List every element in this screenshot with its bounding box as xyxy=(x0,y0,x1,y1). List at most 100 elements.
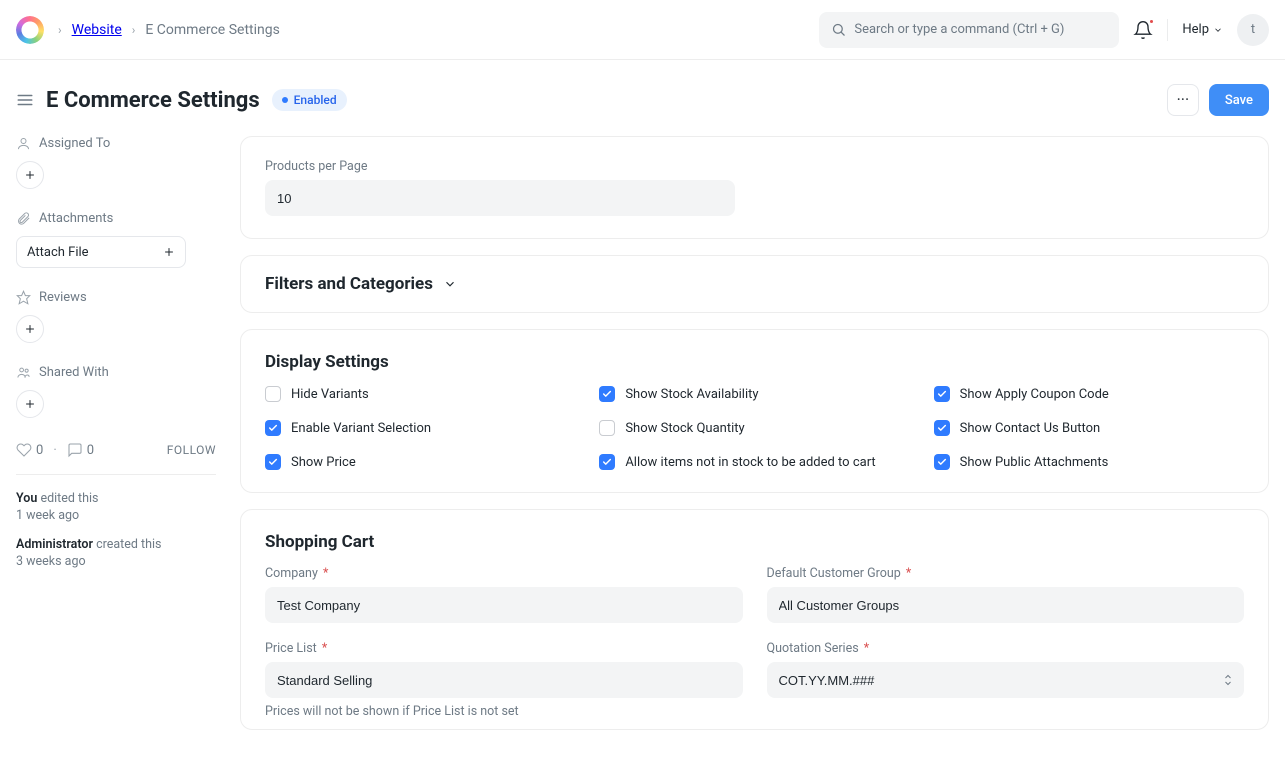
ellipsis-icon: ··· xyxy=(1177,92,1190,108)
search-placeholder: Search or type a command (Ctrl + G) xyxy=(854,22,1064,37)
products-per-page-card: Products per Page xyxy=(240,136,1269,239)
notification-dot-icon xyxy=(1148,18,1155,25)
checkbox-option[interactable]: Allow items not in stock to be added to … xyxy=(599,454,909,470)
attachments-label: Attachments xyxy=(16,211,216,226)
reviews-add-button[interactable] xyxy=(16,315,44,343)
checkbox-option[interactable]: Show Stock Availability xyxy=(599,386,909,402)
checkbox-checked-icon xyxy=(934,454,950,470)
checkbox-unchecked-icon xyxy=(265,386,281,402)
checkbox-label: Show Public Attachments xyxy=(960,455,1109,470)
follow-button[interactable]: FOLLOW xyxy=(167,443,216,457)
checkbox-label: Show Contact Us Button xyxy=(960,421,1101,436)
checkbox-label: Show Stock Availability xyxy=(625,387,758,402)
price-list-help: Prices will not be shown if Price List i… xyxy=(265,704,743,719)
breadcrumb-item-website[interactable]: Website xyxy=(72,22,122,38)
context-sidebar: Assigned To Attachments Attach File Revi… xyxy=(16,136,216,583)
checkbox-label: Hide Variants xyxy=(291,387,369,402)
checkbox-checked-icon xyxy=(265,454,281,470)
heart-icon xyxy=(16,442,32,458)
shopping-cart-card: Shopping Cart Company * Default Customer… xyxy=(240,509,1269,730)
share-add-button[interactable] xyxy=(16,390,44,418)
attach-file-label: Attach File xyxy=(27,245,89,260)
chevron-right-icon: › xyxy=(58,23,62,37)
plus-icon xyxy=(24,323,36,335)
reviews-label: Reviews xyxy=(16,290,216,305)
checkbox-label: Show Stock Quantity xyxy=(625,421,744,436)
company-label: Company * xyxy=(265,566,743,581)
comment-icon xyxy=(67,442,83,458)
checkbox-option[interactable]: Show Price xyxy=(265,454,575,470)
shared-with-label: Shared With xyxy=(16,365,216,380)
assign-add-button[interactable] xyxy=(16,161,44,189)
checkbox-option[interactable]: Show Apply Coupon Code xyxy=(934,386,1244,402)
company-input[interactable] xyxy=(265,587,743,623)
help-menu[interactable]: Help xyxy=(1182,22,1223,37)
plus-icon xyxy=(163,246,175,258)
user-icon xyxy=(16,136,31,151)
paperclip-icon xyxy=(16,211,31,226)
separator-dot: · xyxy=(53,443,56,458)
quotation-series-select[interactable] xyxy=(767,662,1245,698)
breadcrumb: › Website › E Commerce Settings xyxy=(58,22,280,38)
quotation-series-label: Quotation Series * xyxy=(767,641,1245,656)
status-badge: Enabled xyxy=(272,89,347,111)
hamburger-icon xyxy=(16,91,34,109)
save-button[interactable]: Save xyxy=(1209,84,1269,116)
comments-button[interactable]: 0 xyxy=(67,442,94,458)
notifications-button[interactable] xyxy=(1133,20,1153,40)
checkbox-option[interactable]: Show Public Attachments xyxy=(934,454,1244,470)
display-settings-title: Display Settings xyxy=(265,352,1244,372)
star-icon xyxy=(16,290,31,305)
more-actions-button[interactable]: ··· xyxy=(1167,84,1199,116)
chevron-down-icon xyxy=(443,277,457,291)
status-dot-icon xyxy=(282,97,288,103)
checkbox-checked-icon xyxy=(934,386,950,402)
price-list-input[interactable] xyxy=(265,662,743,698)
filters-section-title: Filters and Categories xyxy=(265,274,433,294)
display-settings-checks: Hide Variants Show Stock Availability Show… xyxy=(265,386,1244,470)
products-per-page-label: Products per Page xyxy=(265,159,735,174)
plus-icon xyxy=(24,169,36,181)
checkbox-option[interactable]: Enable Variant Selection xyxy=(265,420,575,436)
customer-group-label: Default Customer Group * xyxy=(767,566,1245,581)
checkbox-checked-icon xyxy=(265,420,281,436)
checkbox-label: Enable Variant Selection xyxy=(291,421,431,436)
chevron-right-icon: › xyxy=(132,23,136,37)
search-icon xyxy=(831,22,846,37)
page-header: E Commerce Settings Enabled ··· Save xyxy=(0,60,1285,126)
activity-entry: You edited this xyxy=(16,491,216,506)
attach-file-button[interactable]: Attach File xyxy=(16,236,186,268)
display-settings-card: Display Settings Hide Variants Show Stock… xyxy=(240,329,1269,493)
checkbox-unchecked-icon xyxy=(599,420,615,436)
global-search[interactable]: Search or type a command (Ctrl + G) xyxy=(819,12,1119,48)
status-text: Enabled xyxy=(294,93,337,107)
breadcrumb-item-current: E Commerce Settings xyxy=(145,22,279,38)
plus-icon xyxy=(24,398,36,410)
engagement-stats: 0 · 0 FOLLOW xyxy=(16,442,216,458)
main-content: Products per Page Filters and Categories… xyxy=(240,136,1269,746)
avatar-initial: t xyxy=(1251,22,1255,37)
shopping-cart-title: Shopping Cart xyxy=(265,532,1244,552)
likes-button[interactable]: 0 xyxy=(16,442,43,458)
page-title: E Commerce Settings xyxy=(46,88,260,113)
filters-section-header[interactable]: Filters and Categories xyxy=(240,255,1269,313)
checkbox-option[interactable]: Hide Variants xyxy=(265,386,575,402)
sidebar-divider xyxy=(16,474,216,475)
checkbox-option[interactable]: Show Stock Quantity xyxy=(599,420,909,436)
activity-log: You edited this 1 week ago Administrator… xyxy=(16,491,216,569)
user-avatar[interactable]: t xyxy=(1237,14,1269,46)
help-label: Help xyxy=(1182,22,1209,37)
products-per-page-input[interactable] xyxy=(265,180,735,216)
activity-entry: Administrator created this xyxy=(16,537,216,552)
sidebar-toggle-button[interactable] xyxy=(16,91,34,109)
price-list-label: Price List * xyxy=(265,641,743,656)
app-logo-icon xyxy=(16,16,44,44)
vertical-divider xyxy=(1167,19,1168,41)
top-navbar: › Website › E Commerce Settings Search o… xyxy=(0,0,1285,60)
users-icon xyxy=(16,365,31,380)
checkbox-label: Show Price xyxy=(291,455,356,470)
customer-group-input[interactable] xyxy=(767,587,1245,623)
activity-time: 1 week ago xyxy=(16,508,216,523)
checkbox-option[interactable]: Show Contact Us Button xyxy=(934,420,1244,436)
activity-time: 3 weeks ago xyxy=(16,554,216,569)
